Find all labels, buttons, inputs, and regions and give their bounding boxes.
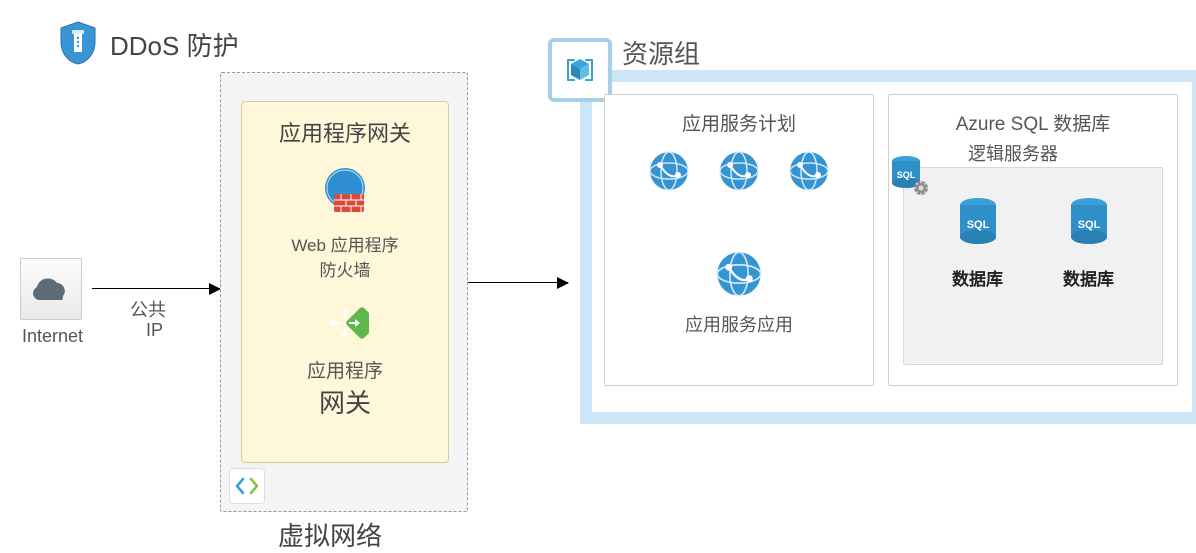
logical-server-label: 逻辑服务器 [968,140,1058,166]
public-ip-label-1: 公共 [130,296,166,322]
webapp-row [605,150,873,192]
app-gateway-box: 应用程序网关 Web 应用程序 防火墙 [241,101,449,463]
svg-text:SQL: SQL [966,219,989,231]
app-service-app-icon [605,250,873,303]
internet-tile [20,258,82,320]
vnet-label: 虚拟网络 [278,516,382,553]
ddos-label: DDoS 防护 [110,26,239,63]
ddos-shield-icon [58,20,98,71]
webapp-icon [788,150,830,192]
resource-group-box: 资源组 应用服务计划 应用服务应用 Azure SQL 数据库 [580,70,1196,424]
svg-text:SQL: SQL [1077,219,1100,231]
internet-label: Internet [22,326,83,347]
database-item: SQL 数据库 [1063,196,1114,290]
database-item: SQL 数据库 [952,196,1003,290]
cloud-icon [29,274,73,304]
public-ip-label-2: IP [146,320,163,341]
app-service-app-label: 应用服务应用 [605,311,873,337]
app-gateway-title: 应用程序网关 [242,116,448,148]
webapp-icon [718,150,760,192]
plan-title: 应用服务计划 [605,109,873,136]
resource-group-title: 资源组 [622,34,700,71]
svg-text:SQL: SQL [897,170,916,180]
database-label: 数据库 [1063,265,1114,290]
webapp-icon [648,150,690,192]
waf-label-1: Web 应用程序 [242,231,448,256]
arrow-vnet-to-rg [468,282,568,283]
waf-icon [242,164,448,225]
database-icon: SQL [954,196,1002,252]
sql-title: Azure SQL 数据库 [889,109,1177,136]
gateway-label-1: 应用程序 [242,356,448,383]
virtual-network-box: 应用程序网关 Web 应用程序 防火墙 [220,72,468,512]
vnet-badge-icon [229,468,265,504]
waf-label-2: 防火墙 [242,256,448,281]
app-service-plan-box: 应用服务计划 应用服务应用 [604,94,874,386]
database-icon: SQL [1065,196,1113,252]
gateway-label-2: 网关 [242,383,448,420]
gateway-icon [242,299,448,352]
logical-server-box: SQL 逻辑服务器 SQL 数据库 [903,167,1163,365]
sql-server-icon: SQL [890,154,930,203]
arrow-internet-to-vnet [92,288,220,289]
database-label: 数据库 [952,265,1003,290]
resource-group-badge-icon [548,38,612,102]
azure-sql-box: Azure SQL 数据库 SQL 逻辑服务器 [888,94,1178,386]
